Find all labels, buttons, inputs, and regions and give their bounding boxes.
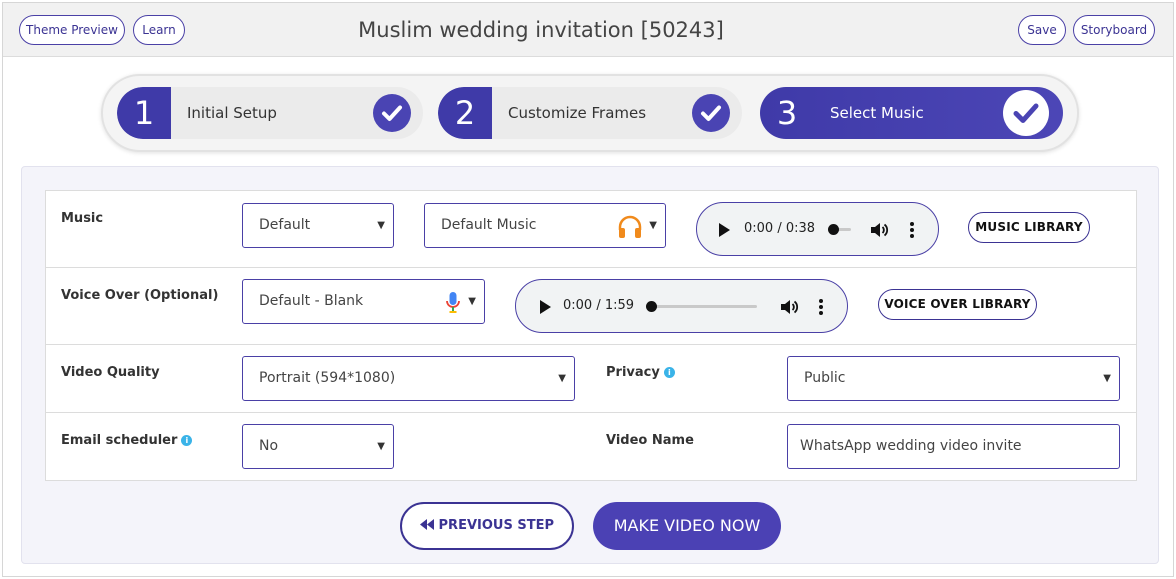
caret-down-icon: ▼	[377, 220, 385, 231]
volume-icon[interactable]	[779, 297, 799, 317]
audio-time: 0:00 / 0:38	[744, 221, 816, 236]
caret-down-icon: ▼	[558, 373, 566, 384]
check-circle-icon	[1003, 90, 1049, 136]
previous-step-button[interactable]: PREVIOUS STEP	[400, 502, 574, 550]
privacy-value: Public	[804, 370, 846, 386]
headphones-icon	[617, 214, 643, 238]
volume-icon[interactable]	[869, 220, 889, 240]
video-quality-value: Portrait (594*1080)	[259, 370, 396, 386]
voice-over-select[interactable]: Default - Blank ▼	[242, 279, 485, 324]
settings-table: Music Default ▼ Default Music ▼ 0:00 / 0…	[45, 190, 1137, 481]
save-button[interactable]: Save	[1018, 15, 1066, 45]
voice-over-library-button[interactable]: VOICE OVER LIBRARY	[878, 289, 1037, 320]
top-bar: Theme Preview Learn Muslim wedding invit…	[3, 3, 1173, 57]
double-arrow-left-icon	[420, 505, 434, 549]
more-options-icon[interactable]	[910, 220, 914, 240]
settings-panel: Music Default ▼ Default Music ▼ 0:00 / 0…	[21, 166, 1159, 564]
app-frame: Theme Preview Learn Muslim wedding invit…	[2, 2, 1174, 577]
email-scheduler-value: No	[259, 438, 279, 454]
step-progress: 1 Initial Setup 2 Customize Frames 3 Sel…	[101, 74, 1079, 152]
email-scheduler-row: Email scheduler i No ▼ Video Name WhatsAp…	[46, 413, 1136, 481]
step-label: Initial Setup	[187, 104, 277, 122]
step-customize-frames[interactable]: 2 Customize Frames	[438, 87, 742, 139]
music-label: Music	[61, 211, 104, 226]
caret-down-icon: ▼	[468, 296, 476, 307]
step-number: 1	[117, 87, 171, 139]
check-circle-icon	[692, 94, 730, 132]
step-number: 3	[776, 94, 798, 132]
music-source-value: Default	[259, 217, 311, 233]
music-source-select[interactable]: Default ▼	[242, 203, 394, 248]
previous-step-label: PREVIOUS STEP	[438, 518, 554, 533]
music-row: Music Default ▼ Default Music ▼ 0:00 / 0…	[46, 191, 1136, 268]
step-initial-setup[interactable]: 1 Initial Setup	[117, 87, 423, 139]
music-track-select[interactable]: Default Music ▼	[424, 203, 666, 248]
music-library-button[interactable]: MUSIC LIBRARY	[968, 212, 1090, 243]
make-video-now-button[interactable]: MAKE VIDEO NOW	[593, 502, 781, 550]
voice-over-value: Default - Blank	[259, 293, 364, 309]
music-audio-player[interactable]: 0:00 / 0:38	[696, 202, 939, 256]
audio-progress-knob[interactable]	[646, 301, 657, 312]
caret-down-icon: ▼	[649, 220, 657, 231]
voice-over-row: Voice Over (Optional) Default - Blank ▼ …	[46, 268, 1136, 345]
play-icon[interactable]	[719, 223, 730, 237]
privacy-label: Privacy i	[606, 365, 675, 380]
microphone-icon	[446, 290, 460, 314]
email-scheduler-label: Email scheduler i	[61, 433, 193, 448]
email-scheduler-label-text: Email scheduler	[61, 433, 178, 448]
storyboard-button[interactable]: Storyboard	[1073, 15, 1155, 45]
audio-progress-knob[interactable]	[828, 224, 839, 235]
step-label: Select Music	[830, 104, 924, 122]
step-number: 2	[438, 87, 492, 139]
privacy-select[interactable]: Public ▼	[787, 356, 1120, 401]
music-track-value: Default Music	[441, 217, 537, 233]
more-options-icon[interactable]	[819, 297, 823, 317]
video-quality-label: Video Quality	[61, 365, 160, 380]
email-scheduler-select[interactable]: No ▼	[242, 424, 394, 469]
check-circle-icon	[373, 94, 411, 132]
audio-progress-track[interactable]	[651, 305, 757, 308]
video-quality-select[interactable]: Portrait (594*1080) ▼	[242, 356, 575, 401]
privacy-label-text: Privacy	[606, 365, 660, 380]
caret-down-icon: ▼	[377, 441, 385, 452]
info-icon[interactable]: i	[663, 367, 675, 378]
caret-down-icon: ▼	[1103, 373, 1111, 384]
audio-time: 0:00 / 1:59	[563, 298, 635, 313]
video-quality-row: Video Quality Portrait (594*1080) ▼ Priv…	[46, 345, 1136, 413]
step-select-music[interactable]: 3 Select Music	[760, 87, 1063, 139]
video-name-input[interactable]: WhatsApp wedding video invite	[787, 424, 1120, 469]
page-title: Muslim wedding invitation [50243]	[358, 18, 724, 42]
voice-over-audio-player[interactable]: 0:00 / 1:59	[515, 279, 848, 333]
info-icon[interactable]: i	[181, 435, 193, 446]
step-label: Customize Frames	[508, 104, 647, 122]
voice-over-label: Voice Over (Optional)	[61, 288, 219, 303]
video-name-label: Video Name	[606, 433, 694, 448]
play-icon[interactable]	[540, 300, 551, 314]
